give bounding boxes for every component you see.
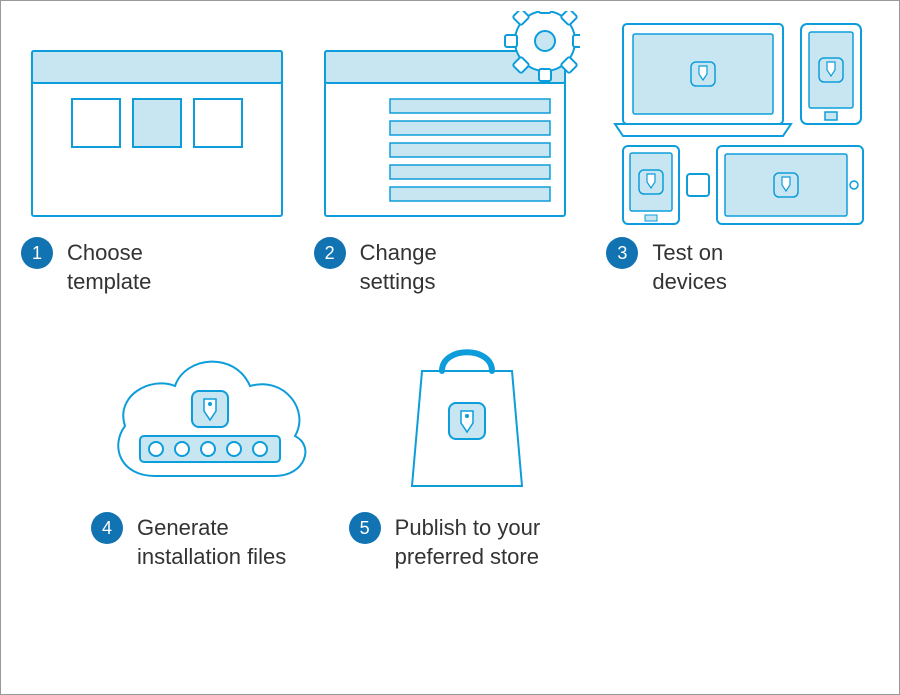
- step-5-illustration: [349, 326, 587, 506]
- step-2-badge: 2: [314, 237, 346, 269]
- step-5-badge: 5: [349, 512, 381, 544]
- step-1-label-row: 1 Choosetemplate: [21, 237, 294, 296]
- step-4-badge: 4: [91, 512, 123, 544]
- step-3: 3 Test ondevices: [606, 11, 879, 296]
- step-3-illustration: [606, 11, 879, 231]
- step-2-illustration: [314, 11, 587, 231]
- settings-window-icon: [320, 11, 580, 231]
- step-1-badge: 1: [21, 237, 53, 269]
- step-1: 1 Choosetemplate: [21, 11, 294, 296]
- step-5-label-row: 5 Publish to yourpreferred store: [349, 512, 587, 571]
- devices-icon: [613, 16, 873, 226]
- step-3-label-row: 3 Test ondevices: [606, 237, 879, 296]
- cloud-factory-icon: [100, 331, 320, 501]
- step-1-illustration: [21, 11, 294, 231]
- step-3-label: Test ondevices: [652, 237, 727, 296]
- row2-container: 4 Generateinstallation files 5 Publish t…: [21, 326, 586, 571]
- step-3-badge: 3: [606, 237, 638, 269]
- step-5-label: Publish to yourpreferred store: [395, 512, 541, 571]
- step-2: 2 Changesettings: [314, 11, 587, 296]
- step-2-label: Changesettings: [360, 237, 437, 296]
- step-4-label-row: 4 Generateinstallation files: [91, 512, 329, 571]
- step-4-label: Generateinstallation files: [137, 512, 286, 571]
- step-2-label-row: 2 Changesettings: [314, 237, 587, 296]
- step-4: 4 Generateinstallation files: [91, 326, 329, 571]
- steps-grid: 1 Choosetemplate: [1, 1, 899, 581]
- template-window-icon: [27, 21, 287, 221]
- step-4-illustration: [91, 326, 329, 506]
- step-1-label: Choosetemplate: [67, 237, 151, 296]
- step-5: 5 Publish to yourpreferred store: [349, 326, 587, 571]
- shopping-bag-icon: [387, 331, 547, 501]
